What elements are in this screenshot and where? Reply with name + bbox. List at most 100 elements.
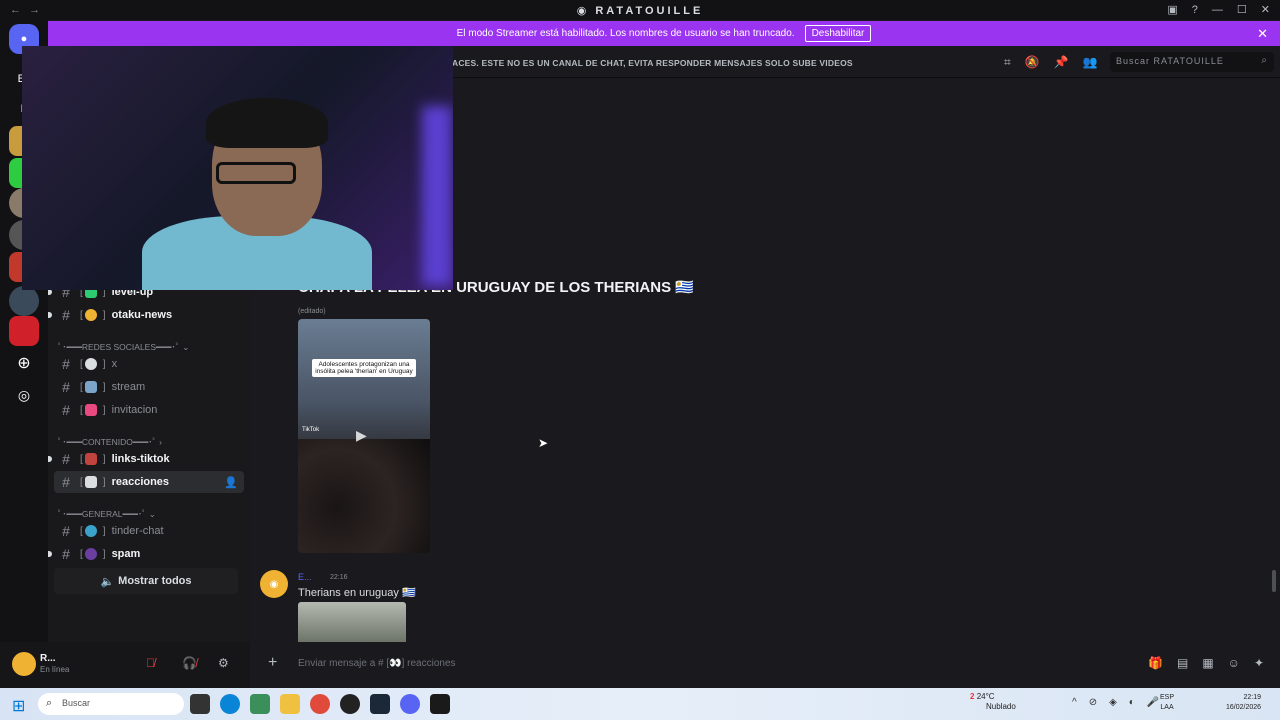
unread-indicator <box>48 312 52 318</box>
server-icon: ◉ <box>576 4 596 17</box>
taskbar-search-input[interactable]: ⌕ Buscar <box>38 693 184 715</box>
pin-icon[interactable]: 📌 <box>1054 55 1069 70</box>
play-icon[interactable]: ▶ <box>356 427 367 444</box>
hash-icon: # <box>62 307 70 323</box>
background-light <box>422 106 452 286</box>
message-author[interactable]: E... <box>298 572 312 582</box>
channel-emoji-icon <box>84 381 97 393</box>
speaker-icon: 🔈 <box>100 575 115 588</box>
channel-tinder-chat[interactable]: # [] tinder-chat <box>54 520 244 542</box>
video-thumbnail[interactable] <box>298 602 406 642</box>
attach-plus-icon[interactable]: + <box>268 654 277 672</box>
maximize-icon[interactable]: ☐ <box>1237 3 1247 16</box>
app-icon[interactable] <box>430 694 450 714</box>
uruguay-flag-icon: 🇺🇾 <box>675 279 694 296</box>
uruguay-flag-icon: 🇺🇾 <box>401 587 416 599</box>
search-placeholder: Buscar RATATOUILLE <box>1116 56 1224 66</box>
channel-reacciones[interactable]: # [] reacciones 👤 <box>54 471 244 493</box>
channel-x[interactable]: # [] x <box>54 353 244 375</box>
channel-otaku-news[interactable]: # [] otaku-news <box>48 304 244 326</box>
hash-icon: # <box>62 379 70 395</box>
help-icon[interactable]: ? <box>1192 4 1198 16</box>
channel-emoji-icon <box>84 548 97 560</box>
server-icon[interactable] <box>9 316 39 346</box>
chrome-icon[interactable] <box>310 694 330 714</box>
tray-chevron-icon[interactable]: ^ <box>1072 697 1077 708</box>
tray-app-icon[interactable]: ⊘ <box>1089 697 1097 708</box>
language-indicator[interactable]: ESP LAA <box>1160 693 1174 713</box>
tray-app-icon[interactable]: ◐ <box>1129 697 1135 708</box>
apps-icon[interactable]: ✦ <box>1254 656 1264 670</box>
weather-widget[interactable]: 2 24°C Nublado <box>970 692 1016 712</box>
video-embed[interactable]: Adolescentes protagonizan una insólita p… <box>298 319 430 553</box>
add-server-icon[interactable]: ⊕ <box>9 348 39 378</box>
search-input[interactable]: Buscar RATATOUILLE ⌕ <box>1110 52 1274 72</box>
person-hair <box>206 98 328 148</box>
taskbar-search-placeholder: Buscar <box>62 698 91 708</box>
windows-start-icon[interactable]: ⊞ <box>12 696 25 716</box>
category-redes-sociales[interactable]: ﾟ･━━━REDES SOCIALES━━━･ﾟ ⌄ <box>58 341 189 353</box>
settings-gear-icon[interactable]: ⚙ <box>218 656 229 670</box>
channel-topic: ACES. ESTE NO ES UN CANAL DE CHAT, EVITA… <box>452 58 853 68</box>
channel-label: spam <box>111 548 141 560</box>
bracket-close: ] <box>102 381 106 393</box>
channel-links-tiktok[interactable]: # [] links-tiktok <box>48 448 244 470</box>
bracket-open: [ <box>80 548 83 560</box>
inbox-icon[interactable]: ▣ <box>1167 3 1177 16</box>
tray-app-icon[interactable]: ◈ <box>1109 697 1117 708</box>
channel-spam[interactable]: # [] spam <box>48 543 244 565</box>
bracket-open: [ <box>80 404 83 416</box>
microphone-icon[interactable]: 🎤 <box>1147 697 1159 708</box>
video-caption: Adolescentes protagonizan una insólita p… <box>312 359 416 377</box>
close-banner-icon[interactable]: ✕ <box>1257 26 1268 42</box>
edited-marker: (editado) <box>298 308 326 315</box>
avatar[interactable] <box>12 652 36 676</box>
temperature: 24°C <box>976 692 995 701</box>
weather-condition: Nublado <box>986 702 1016 711</box>
scrollbar[interactable] <box>1272 570 1276 592</box>
discover-icon[interactable]: ◎ <box>9 380 39 410</box>
language-primary: ESP <box>1160 694 1175 701</box>
file-explorer-icon[interactable] <box>280 694 300 714</box>
obs-icon[interactable] <box>340 694 360 714</box>
close-window-icon[interactable]: ✕ <box>1261 3 1270 16</box>
channel-label: stream <box>111 381 146 393</box>
category-contenido[interactable]: ﾟ･━━━CONTENIDO━━━･ﾟ › <box>58 436 162 448</box>
disable-streamer-button[interactable]: Deshabilitar <box>804 25 872 42</box>
minimize-icon[interactable]: — <box>1212 4 1223 16</box>
invite-member-icon[interactable]: 👤 <box>224 476 238 489</box>
member-list-icon[interactable]: 👥 <box>1083 55 1098 70</box>
bracket-open: [ <box>80 453 83 465</box>
search-icon: ⌕ <box>46 697 53 709</box>
channel-stream[interactable]: # [] stream <box>54 376 244 398</box>
clock-time: 22:19 <box>1243 694 1262 701</box>
avatar[interactable]: ◉ <box>260 570 288 598</box>
hash-icon: # <box>62 546 70 562</box>
message-input[interactable]: Enviar mensaje a # [👀] reacciones <box>298 658 456 669</box>
edge-icon[interactable] <box>220 694 240 714</box>
gift-icon[interactable]: 🎁 <box>1148 656 1163 670</box>
bracket-close: ] <box>102 453 106 465</box>
deafen-icon[interactable]: 🎧̸ <box>182 656 197 670</box>
steam-icon[interactable] <box>370 694 390 714</box>
emoji-icon[interactable]: ☺ <box>1228 656 1240 670</box>
channel-invitacion[interactable]: # [] invitacion <box>54 399 244 421</box>
server-icon[interactable] <box>9 286 39 316</box>
system-clock[interactable]: 22:19 16/02/2026 <box>1226 693 1261 713</box>
store-icon[interactable] <box>250 694 270 714</box>
bracket-open: [ <box>80 381 83 393</box>
sticker-icon[interactable]: ▦ <box>1202 656 1213 670</box>
webcam-overlay <box>22 46 453 290</box>
discord-icon[interactable] <box>400 694 420 714</box>
gif-icon[interactable]: ▤ <box>1177 656 1188 670</box>
notifications-muted-icon[interactable]: 🔕 <box>1025 55 1040 70</box>
show-all-button[interactable]: 🔈 Mostrar todos <box>54 568 238 594</box>
threads-icon[interactable]: ⌗ <box>1004 55 1011 70</box>
category-general[interactable]: ﾟ･━━━GENERAL━━━･ﾟ ⌄ <box>58 508 156 520</box>
task-view-icon[interactable] <box>190 694 210 714</box>
channel-label: tinder-chat <box>111 525 164 537</box>
banner-text: El modo Streamer está habilitado. Los no… <box>456 28 795 39</box>
user-panel: R... En línea 🎙̸ 🎧̸ ⚙ <box>0 642 250 688</box>
clock-date: 16/02/2026 <box>1226 704 1262 711</box>
mic-muted-icon[interactable]: 🎙̸ <box>146 656 155 670</box>
